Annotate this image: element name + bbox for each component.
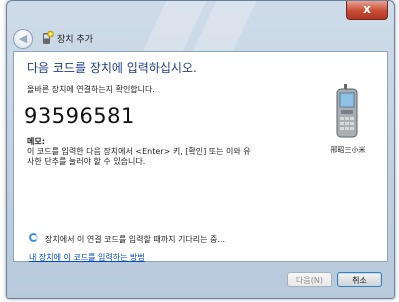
pairing-code: 93596581	[24, 104, 135, 128]
window-title: 장치 추가	[57, 35, 93, 45]
device-name: 邢昭三小米	[330, 146, 366, 154]
status-text: 장치에서 이 연결 코드를 입력할 때까지 기다리는 중...	[45, 235, 225, 244]
add-device-icon	[43, 30, 54, 44]
phone-icon	[336, 84, 358, 138]
memo-label: 메모:	[27, 137, 45, 146]
nav-bar: ◀ 장치 추가	[7, 25, 394, 53]
content-panel: 다음 코드를 장치에 입력하십시오. 올바른 장치에 연결하는지 확인합니다. …	[13, 51, 388, 262]
button-bar: 다음(N) 취소	[7, 262, 394, 298]
back-icon: ◀	[18, 32, 28, 45]
spinner-icon	[29, 233, 38, 242]
cancel-button[interactable]: 취소	[337, 272, 382, 287]
title-bar[interactable]: x	[7, 1, 394, 51]
close-button[interactable]: x	[346, 1, 388, 20]
next-button[interactable]: 다음(N)	[287, 272, 332, 287]
add-device-dialog: x ◀ 장치 추가 다음 코드를 장치에 입력하십시오. 올바른 장치에 연결하…	[6, 0, 395, 299]
page-heading: 다음 코드를 장치에 입력하십시오.	[27, 61, 197, 75]
instruction-text: 올바른 장치에 연결하는지 확인합니다.	[27, 85, 155, 94]
close-icon: x	[363, 2, 371, 16]
back-button[interactable]: ◀	[13, 29, 33, 49]
memo-text: 이 코드를 입력한 다음 장치에서 <Enter> 키, [확인] 또는 이와 …	[27, 147, 251, 166]
